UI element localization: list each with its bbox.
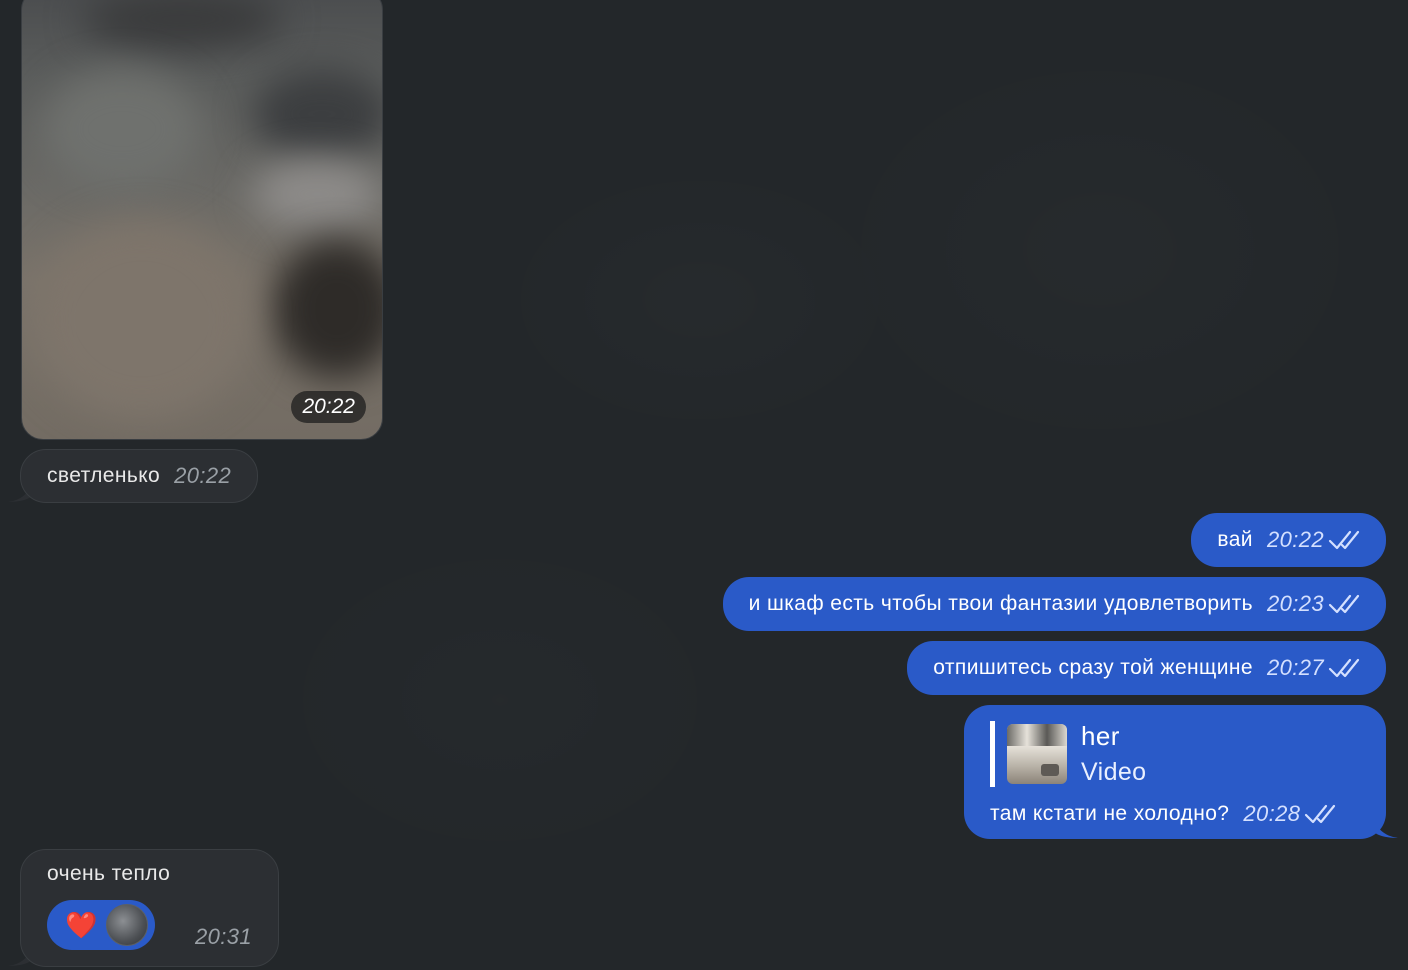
double-check-icon [1328, 530, 1360, 550]
message-text: там кстати не холодно? [990, 802, 1230, 825]
avatar [105, 904, 148, 946]
reply-author: her [1081, 721, 1120, 751]
double-check-icon [1328, 658, 1360, 678]
message-text: светленько [47, 464, 161, 487]
heart-icon: ❤️ [65, 909, 98, 940]
incoming-message[interactable]: светленько 20:22 [20, 449, 259, 503]
media-timestamp: 20:22 [291, 391, 366, 423]
message-time: 20:28 [1243, 801, 1301, 826]
message-time: 20:22 [1266, 527, 1324, 552]
message-text: очень тепло [47, 862, 171, 885]
message-text: и шкаф есть чтобы твои фантазии удовлетв… [748, 592, 1253, 615]
double-check-icon [1328, 594, 1360, 614]
video-thumbnail [1007, 724, 1067, 784]
incoming-media-message[interactable]: 20:22 [21, 0, 383, 440]
message-time: 20:22 [174, 463, 232, 488]
blurred-media-preview [22, 0, 382, 439]
message-time: 20:27 [1266, 655, 1324, 680]
outgoing-message[interactable]: и шкаф есть чтобы твои фантазии удовлетв… [722, 577, 1386, 631]
outgoing-message[interactable]: отпишитесь сразу той женщине 20:27 [907, 641, 1386, 695]
reply-preview[interactable]: her Video [990, 721, 1147, 787]
message-text: отпишитесь сразу той женщине [933, 656, 1253, 679]
double-check-icon [1305, 804, 1336, 824]
message-time: 20:23 [1266, 591, 1324, 616]
incoming-message[interactable]: очень тепло ❤️ 20:31 [20, 849, 279, 967]
message-text: вай [1217, 528, 1253, 551]
outgoing-reply-message[interactable]: her Video там кстати не холодно? 20:28 [964, 705, 1386, 839]
reply-type: Video [1081, 758, 1147, 786]
outgoing-message[interactable]: вай 20:22 [1191, 513, 1386, 567]
message-time: 20:31 [194, 924, 252, 949]
chat-area: 20:22 светленько 20:22 вай 20:22 и шкаф … [0, 0, 1408, 970]
reaction-chip[interactable]: ❤️ [47, 900, 155, 950]
